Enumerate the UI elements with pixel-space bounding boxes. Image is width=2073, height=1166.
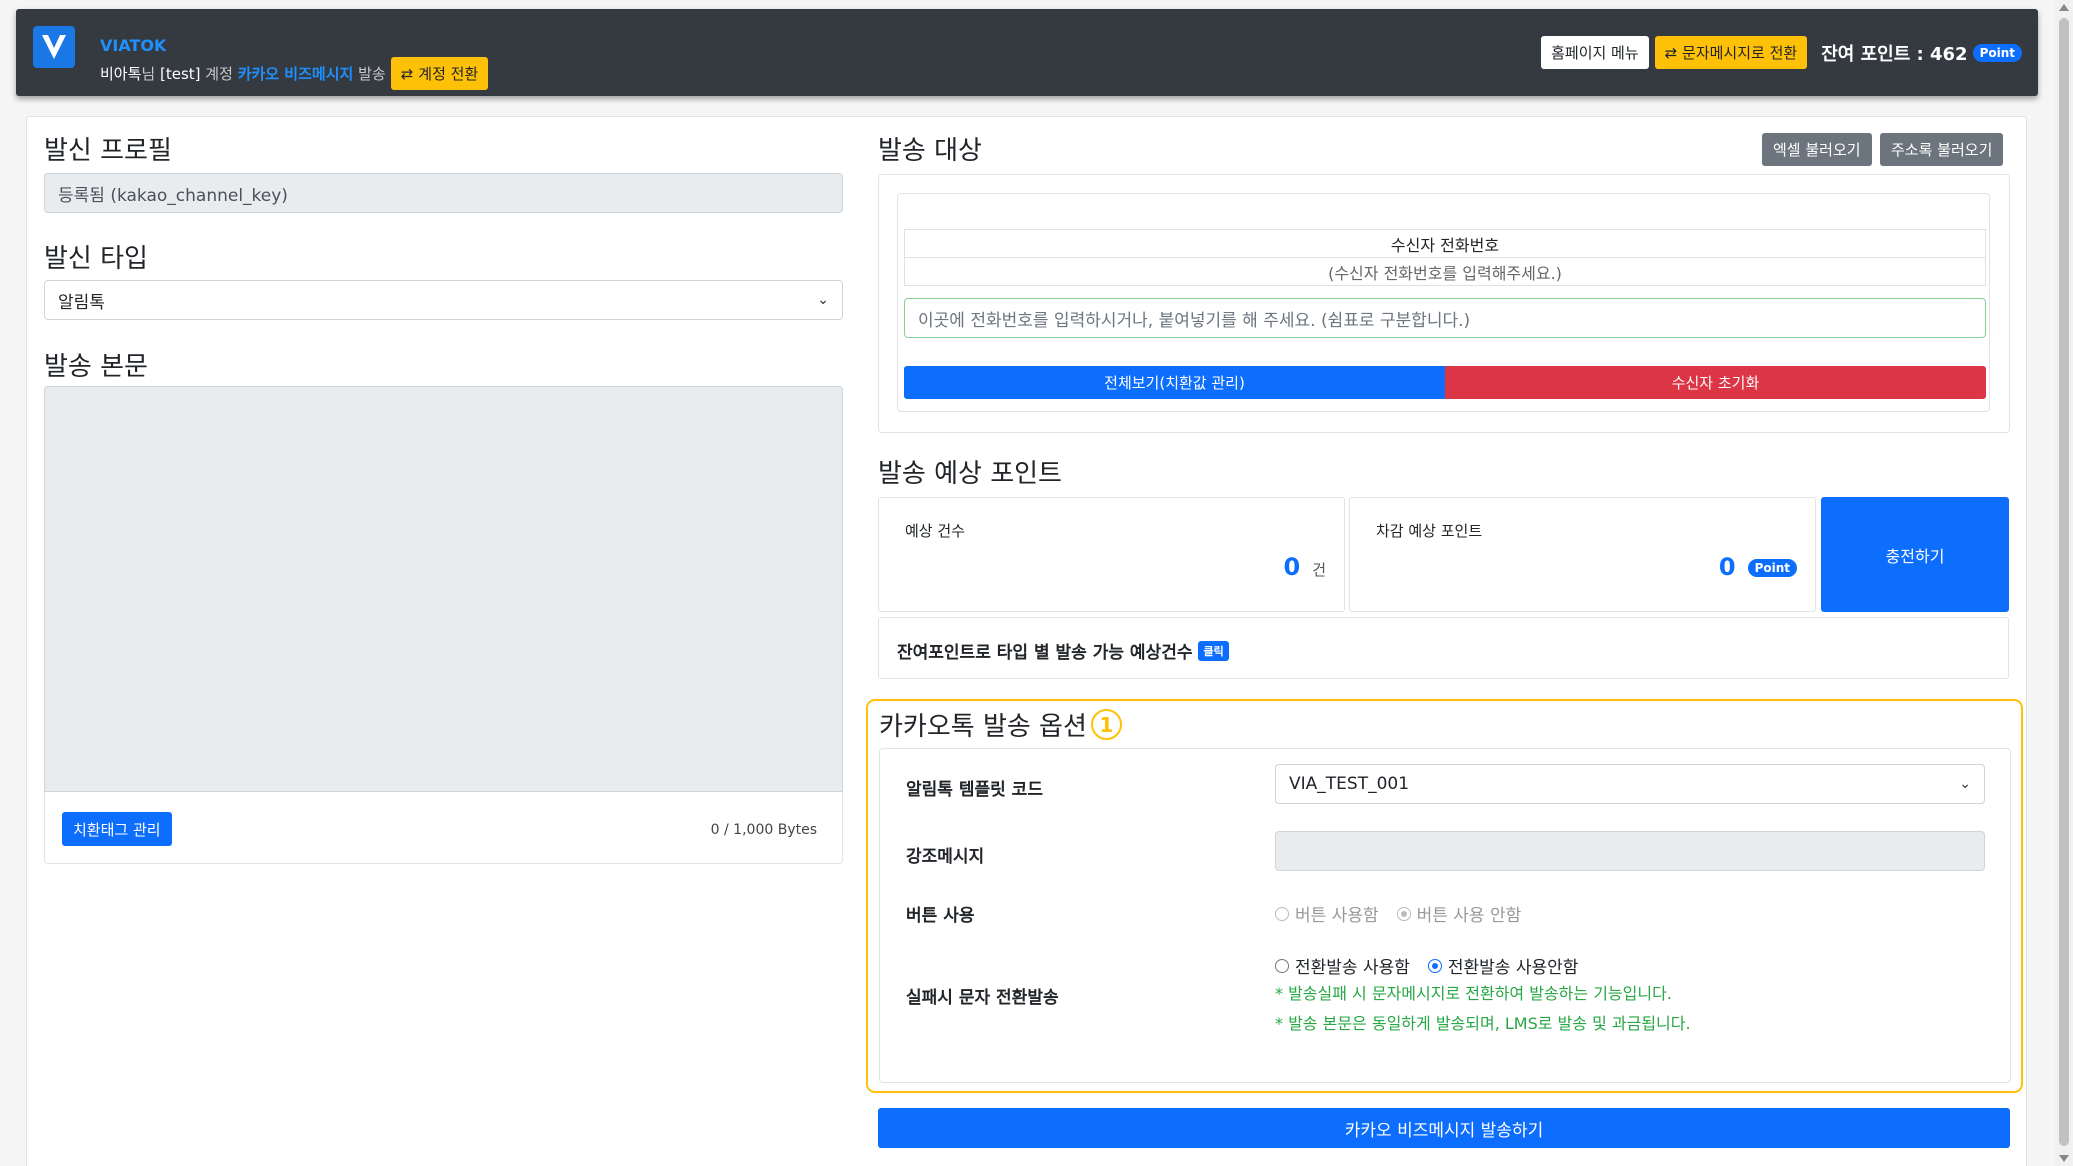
excel-import-button[interactable]: 엑셀 불러오기 — [1762, 133, 1872, 166]
body-title: 발송 본문 — [44, 352, 148, 382]
scroll-thumb[interactable] — [2059, 18, 2069, 1146]
recipient-table: 수신자 전화번호 (수신자 전화번호를 입력해주세요.) — [904, 229, 1986, 286]
send-biz-message-button[interactable]: 카카오 비즈메시지 발송하기 — [878, 1108, 2010, 1148]
fallback-note-1: * 발송실패 시 문자메시지로 전환하여 발송하는 기능입니다. — [1275, 984, 1672, 1003]
template-label: 알림톡 템플릿 코드 — [906, 780, 1043, 800]
brand-name[interactable]: VIATOK — [100, 36, 166, 55]
deduct-label: 차감 예상 포인트 — [1376, 522, 1483, 540]
page-scrollbar[interactable] — [2055, 0, 2073, 1166]
phone-number-input[interactable]: 이곳에 전화번호를 입력하시거나, 붙여넣기를 해 주세요. (쉼표로 구분합니… — [904, 298, 1986, 338]
type-title: 발신 타입 — [44, 244, 148, 274]
estimate-title: 발송 예상 포인트 — [878, 459, 1062, 489]
fallback-radios: 전환발송 사용함 전환발송 사용안함 — [1275, 953, 1578, 978]
send-type-value: 알림톡 — [58, 292, 105, 313]
address-import-button[interactable]: 주소록 불러오기 — [1880, 133, 2004, 166]
user-name: 비아톡 — [100, 65, 142, 83]
button-use-radios: 버튼 사용함 버튼 사용 안함 — [1275, 901, 1521, 926]
send-type-select[interactable]: 알림톡 ⌄ — [44, 280, 843, 320]
send-label: 발송 — [358, 65, 386, 83]
fallback-note-2: * 발송 본문은 동일하게 발송되며, LMS로 발송 및 과금됩니다. — [1275, 1014, 1691, 1033]
profile-title: 발신 프로필 — [44, 136, 172, 166]
radio-icon — [1275, 958, 1289, 973]
swap-icon: ⇄ — [400, 64, 414, 83]
points-label: 잔여 포인트 : 462 — [1821, 43, 1968, 65]
button-use-text: 버튼 사용함 — [1295, 906, 1379, 926]
deduct-value-group: 0 Point — [1719, 553, 1797, 581]
count-unit: 건 — [1312, 561, 1326, 579]
service-name: 카카오 비즈메시지 — [237, 65, 354, 83]
chevron-down-icon: ⌄ — [817, 292, 829, 308]
body-footer: 치환태그 관리 0 / 1,000 Bytes — [44, 792, 843, 864]
fallback-use-radio[interactable]: 전환발송 사용함 — [1275, 953, 1410, 978]
deduct-points-box: 차감 예상 포인트 0 Point — [1349, 497, 1816, 612]
fallback-not-use-radio[interactable]: 전환발송 사용안함 — [1427, 953, 1579, 978]
step-number-icon: 1 — [1090, 709, 1122, 740]
emphasis-input[interactable] — [1275, 831, 1985, 871]
options-inner: 알림톡 템플릿 코드 VIA_TEST_001 ⌄ 강조메시지 버튼 사용 버튼… — [879, 748, 2011, 1083]
target-title: 발송 대상 — [878, 136, 982, 166]
fallback-not-use-text: 전환발송 사용안함 — [1447, 958, 1579, 978]
account-info: 비아톡 님 [test] 계정 카카오 비즈메시지 발송 ⇄ 계정 전환 — [100, 57, 489, 90]
button-not-use-radio[interactable]: 버튼 사용 안함 — [1396, 901, 1522, 926]
view-all-button[interactable]: 전체보기(치환값 관리) — [904, 366, 1445, 399]
remain-estimate-label: 잔여포인트로 타입 별 발송 가능 예상건수 — [897, 643, 1193, 663]
homepage-menu-button[interactable]: 홈페이지 메뉴 — [1541, 36, 1649, 69]
switch-account-label: 계정 전환 — [418, 65, 479, 83]
template-code-value: VIA_TEST_001 — [1289, 774, 1410, 794]
fallback-use-text: 전환발송 사용함 — [1295, 958, 1410, 978]
kakao-options-box: 카카오톡 발송 옵션 1 알림톡 템플릿 코드 VIA_TEST_001 ⌄ 강… — [866, 699, 2023, 1093]
switch-sms-button[interactable]: ⇄ 문자메시지로 전환 — [1654, 36, 1808, 69]
chevron-down-icon: ⌄ — [1959, 776, 1971, 792]
user-suffix: 님 — [141, 65, 156, 83]
top-navbar: VIATOK 비아톡 님 [test] 계정 카카오 비즈메시지 발송 ⇄ 계정 전… — [16, 9, 2038, 96]
button-not-use-text: 버튼 사용 안함 — [1416, 906, 1522, 926]
scroll-down-icon[interactable] — [2059, 1155, 2069, 1162]
count-value: 0 — [1283, 553, 1301, 581]
recipient-table-empty: (수신자 전화번호를 입력해주세요.) — [1328, 263, 1562, 283]
tag-manage-button[interactable]: 치환태그 관리 — [62, 812, 172, 846]
count-label: 예상 건수 — [905, 522, 965, 540]
count-value-group: 0 건 — [1283, 553, 1326, 581]
profile-field[interactable]: 등록됨 (kakao_channel_key) — [44, 173, 843, 213]
account-id: [test] — [160, 64, 201, 83]
scroll-up-icon[interactable] — [2059, 4, 2069, 11]
target-card: 수신자 전화번호 (수신자 전화번호를 입력해주세요.) 이곳에 전화번호를 입… — [878, 174, 2010, 433]
radio-icon — [1275, 906, 1289, 921]
remaining-points: 잔여 포인트 : 462 Point — [1821, 40, 2022, 66]
reset-recipients-button[interactable]: 수신자 초기화 — [1445, 366, 1986, 399]
estimated-count-box: 예상 건수 0 건 — [878, 497, 1345, 612]
charge-button[interactable]: 충전하기 — [1821, 497, 2009, 612]
account-label: 계정 — [205, 65, 233, 83]
swap-icon: ⇄ — [1664, 44, 1683, 62]
options-title-text: 카카오톡 발송 옵션 — [879, 712, 1087, 742]
radio-icon — [1427, 958, 1442, 973]
button-use-radio[interactable]: 버튼 사용함 — [1275, 901, 1379, 926]
viatok-logo-icon[interactable] — [33, 26, 75, 68]
recipient-table-header: 수신자 전화번호 — [905, 230, 1985, 258]
switch-sms-label: 문자메시지로 전환 — [1682, 44, 1798, 62]
remain-estimate-text: 잔여포인트로 타입 별 발송 가능 예상건수 클릭 — [897, 638, 1229, 663]
message-body-textarea[interactable] — [44, 386, 843, 792]
radio-icon — [1396, 906, 1411, 921]
byte-counter: 0 / 1,000 Bytes — [710, 822, 817, 838]
click-badge[interactable]: 클릭 — [1198, 640, 1229, 661]
points-badge: Point — [1972, 43, 2022, 62]
header-actions: 홈페이지 메뉴 ⇄ 문자메시지로 전환 잔여 포인트 : 462 Point — [1541, 36, 2022, 69]
options-title: 카카오톡 발송 옵션 1 — [879, 706, 1122, 743]
target-inner: 수신자 전화번호 (수신자 전화번호를 입력해주세요.) 이곳에 전화번호를 입… — [897, 193, 1990, 412]
deduct-unit-badge: Point — [1747, 559, 1797, 577]
fallback-label: 실패시 문자 전환발송 — [906, 988, 1059, 1008]
remain-estimate-box[interactable]: 잔여포인트로 타입 별 발송 가능 예상건수 클릭 — [878, 617, 2009, 679]
button-use-label: 버튼 사용 — [906, 906, 975, 926]
deduct-value: 0 — [1718, 553, 1736, 581]
emphasis-label: 강조메시지 — [906, 847, 985, 867]
template-code-select[interactable]: VIA_TEST_001 ⌄ — [1275, 764, 1985, 804]
switch-account-button[interactable]: ⇄ 계정 전환 — [390, 57, 489, 90]
